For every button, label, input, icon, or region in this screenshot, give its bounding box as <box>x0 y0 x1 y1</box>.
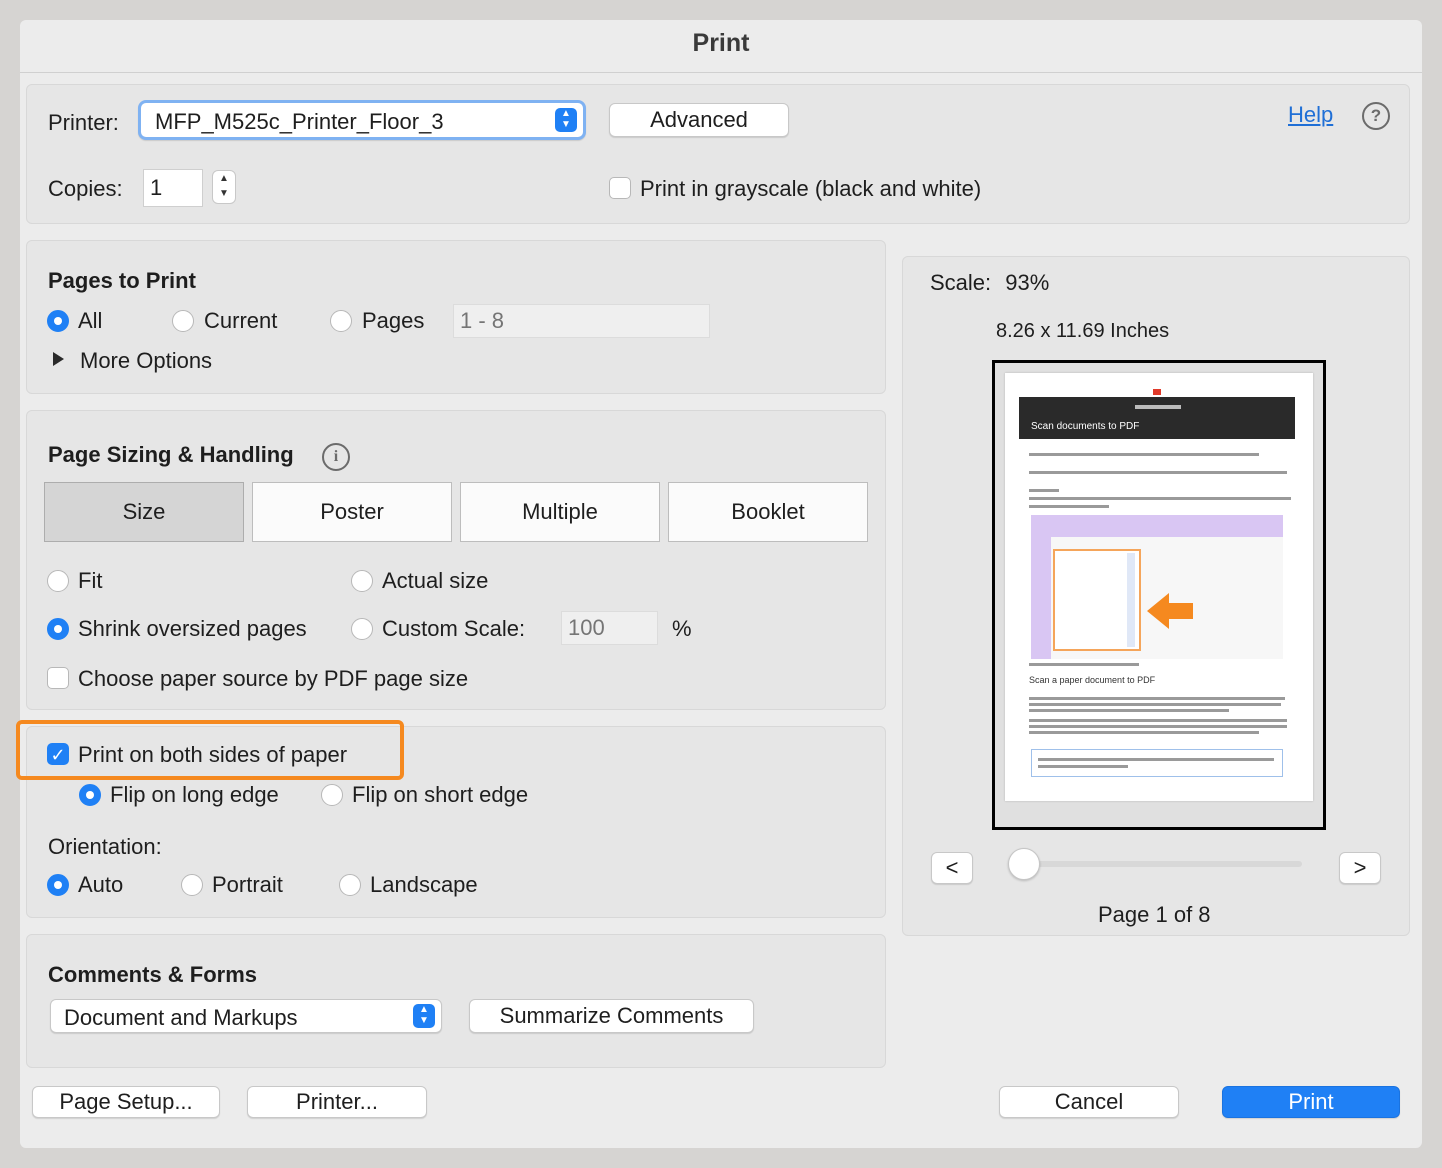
grayscale-checkbox[interactable] <box>609 177 631 199</box>
tab-booklet[interactable]: Booklet <box>668 482 868 542</box>
pages-all-label: All <box>78 308 103 333</box>
doc-arrow-icon <box>1147 593 1169 629</box>
doc-title: Scan documents to PDF <box>1031 421 1140 432</box>
comments-title: Comments & Forms <box>48 962 258 987</box>
scale-label-text: Scale: <box>930 270 992 295</box>
shrink-radio[interactable] <box>47 618 69 640</box>
shrink-label: Shrink oversized pages <box>78 616 307 641</box>
pages-to-print-title: Pages to Print <box>48 268 196 293</box>
tab-poster[interactable]: Poster <box>252 482 452 542</box>
orientation-landscape-radio[interactable] <box>339 874 361 896</box>
disclosure-triangle-icon[interactable] <box>53 352 64 366</box>
comments-select[interactable]: Document and Markups ▲ ▼ <box>50 999 442 1033</box>
custom-scale-radio[interactable] <box>351 618 373 640</box>
cancel-button[interactable]: Cancel <box>999 1086 1179 1118</box>
custom-scale-label: Custom Scale: <box>382 616 526 641</box>
pages-current-radio[interactable] <box>172 310 194 332</box>
previous-page-button[interactable]: < <box>931 852 973 884</box>
pages-range-label: Pages <box>362 308 425 333</box>
paper-source-label: Choose paper source by PDF page size <box>78 666 469 691</box>
doc-text-line <box>1029 497 1291 500</box>
flip-short-label: Flip on short edge <box>352 782 529 807</box>
doc-screenshot-sidebar <box>1127 553 1135 647</box>
scale-value: 93% <box>1005 270 1050 295</box>
page-status: Page 1 of 8 <box>1098 902 1211 927</box>
doc-text-line <box>1029 731 1259 734</box>
tab-multiple[interactable]: Multiple <box>460 482 660 542</box>
pages-range-input[interactable] <box>453 304 710 338</box>
flip-short-radio[interactable] <box>321 784 343 806</box>
doc-text-line <box>1029 453 1259 456</box>
doc-banner-logo-text <box>1135 405 1181 409</box>
page-thumbnail: Scan documents to PDF Scan a paper docum… <box>1005 373 1313 801</box>
doc-text-line <box>1029 489 1059 492</box>
more-options-label[interactable]: More Options <box>80 348 212 374</box>
tab-size[interactable]: Size <box>44 482 244 542</box>
doc-text-line <box>1038 765 1128 768</box>
comments-select-value: Document and Markups <box>64 1005 298 1030</box>
doc-text-line <box>1029 719 1287 722</box>
flip-long-label: Flip on long edge <box>110 782 279 807</box>
copies-input[interactable] <box>143 169 203 207</box>
actual-size-label: Actual size <box>382 568 489 593</box>
paper-source-checkbox[interactable] <box>47 667 69 689</box>
doc-text-line <box>1029 471 1287 474</box>
doc-arrow-shaft <box>1167 603 1193 619</box>
copies-label: Copies: <box>48 176 123 201</box>
pages-all-radio[interactable] <box>47 310 69 332</box>
page-slider-thumb[interactable] <box>1008 848 1040 880</box>
page-preview: Scan documents to PDF Scan a paper docum… <box>992 360 1326 830</box>
doc-note-box <box>1031 749 1283 777</box>
orientation-label: Orientation: <box>48 834 162 859</box>
fit-label: Fit <box>78 568 103 593</box>
next-page-button[interactable]: > <box>1339 852 1381 884</box>
scale-label: Scale: 93% <box>930 270 1049 296</box>
page-slider-track[interactable] <box>1010 861 1302 867</box>
doc-text-line <box>1029 709 1229 712</box>
fit-radio[interactable] <box>47 570 69 592</box>
pages-current-label: Current <box>204 308 278 333</box>
doc-text-line <box>1029 663 1139 666</box>
orientation-auto-label: Auto <box>78 872 124 897</box>
printer-label: Printer: <box>48 110 119 135</box>
orientation-landscape-label: Landscape <box>370 872 478 897</box>
orientation-portrait-radio[interactable] <box>181 874 203 896</box>
doc-logo-icon <box>1153 389 1161 395</box>
doc-text-line <box>1029 697 1285 700</box>
help-link[interactable]: Help <box>1288 102 1333 128</box>
doc-text-line <box>1029 703 1281 706</box>
doc-heading: Scan a paper document to PDF <box>1029 675 1156 685</box>
doc-text-line <box>1038 758 1274 761</box>
printer-select-value: MFP_M525c_Printer_Floor_3 <box>155 109 444 134</box>
actual-size-radio[interactable] <box>351 570 373 592</box>
paper-size-label: 8.26 x 11.69 Inches <box>996 320 1170 342</box>
printer-button[interactable]: Printer... <box>247 1086 427 1118</box>
duplex-label: Print on both sides of paper <box>78 742 348 767</box>
info-icon[interactable]: i <box>322 443 350 471</box>
doc-header-banner: Scan documents to PDF <box>1019 397 1295 439</box>
grayscale-label: Print in grayscale (black and white) <box>640 176 982 201</box>
page-setup-button[interactable]: Page Setup... <box>32 1086 220 1118</box>
custom-scale-input[interactable] <box>561 611 658 645</box>
chevron-updown-icon: ▲ ▼ <box>555 108 577 132</box>
doc-screenshot-image <box>1031 515 1283 659</box>
advanced-button[interactable]: Advanced <box>609 103 789 137</box>
flip-long-radio[interactable] <box>79 784 101 806</box>
pages-range-radio[interactable] <box>330 310 352 332</box>
printer-select[interactable]: MFP_M525c_Printer_Floor_3 ▲ ▼ <box>138 100 586 140</box>
copies-stepper[interactable]: ▲ ▼ <box>212 170 236 204</box>
question-circle-icon[interactable]: ? <box>1362 102 1390 130</box>
doc-text-line <box>1029 505 1109 508</box>
orientation-auto-radio[interactable] <box>47 874 69 896</box>
dialog-title: Print <box>20 20 1422 73</box>
orientation-portrait-label: Portrait <box>212 872 283 897</box>
percent-label: % <box>672 616 692 641</box>
summarize-comments-button[interactable]: Summarize Comments <box>469 999 754 1033</box>
print-button[interactable]: Print <box>1222 1086 1400 1118</box>
page-sizing-title: Page Sizing & Handling <box>48 442 294 467</box>
doc-text-line <box>1029 725 1287 728</box>
duplex-checkbox[interactable]: ✓ <box>47 743 69 765</box>
chevron-updown-icon: ▲ ▼ <box>413 1004 435 1028</box>
